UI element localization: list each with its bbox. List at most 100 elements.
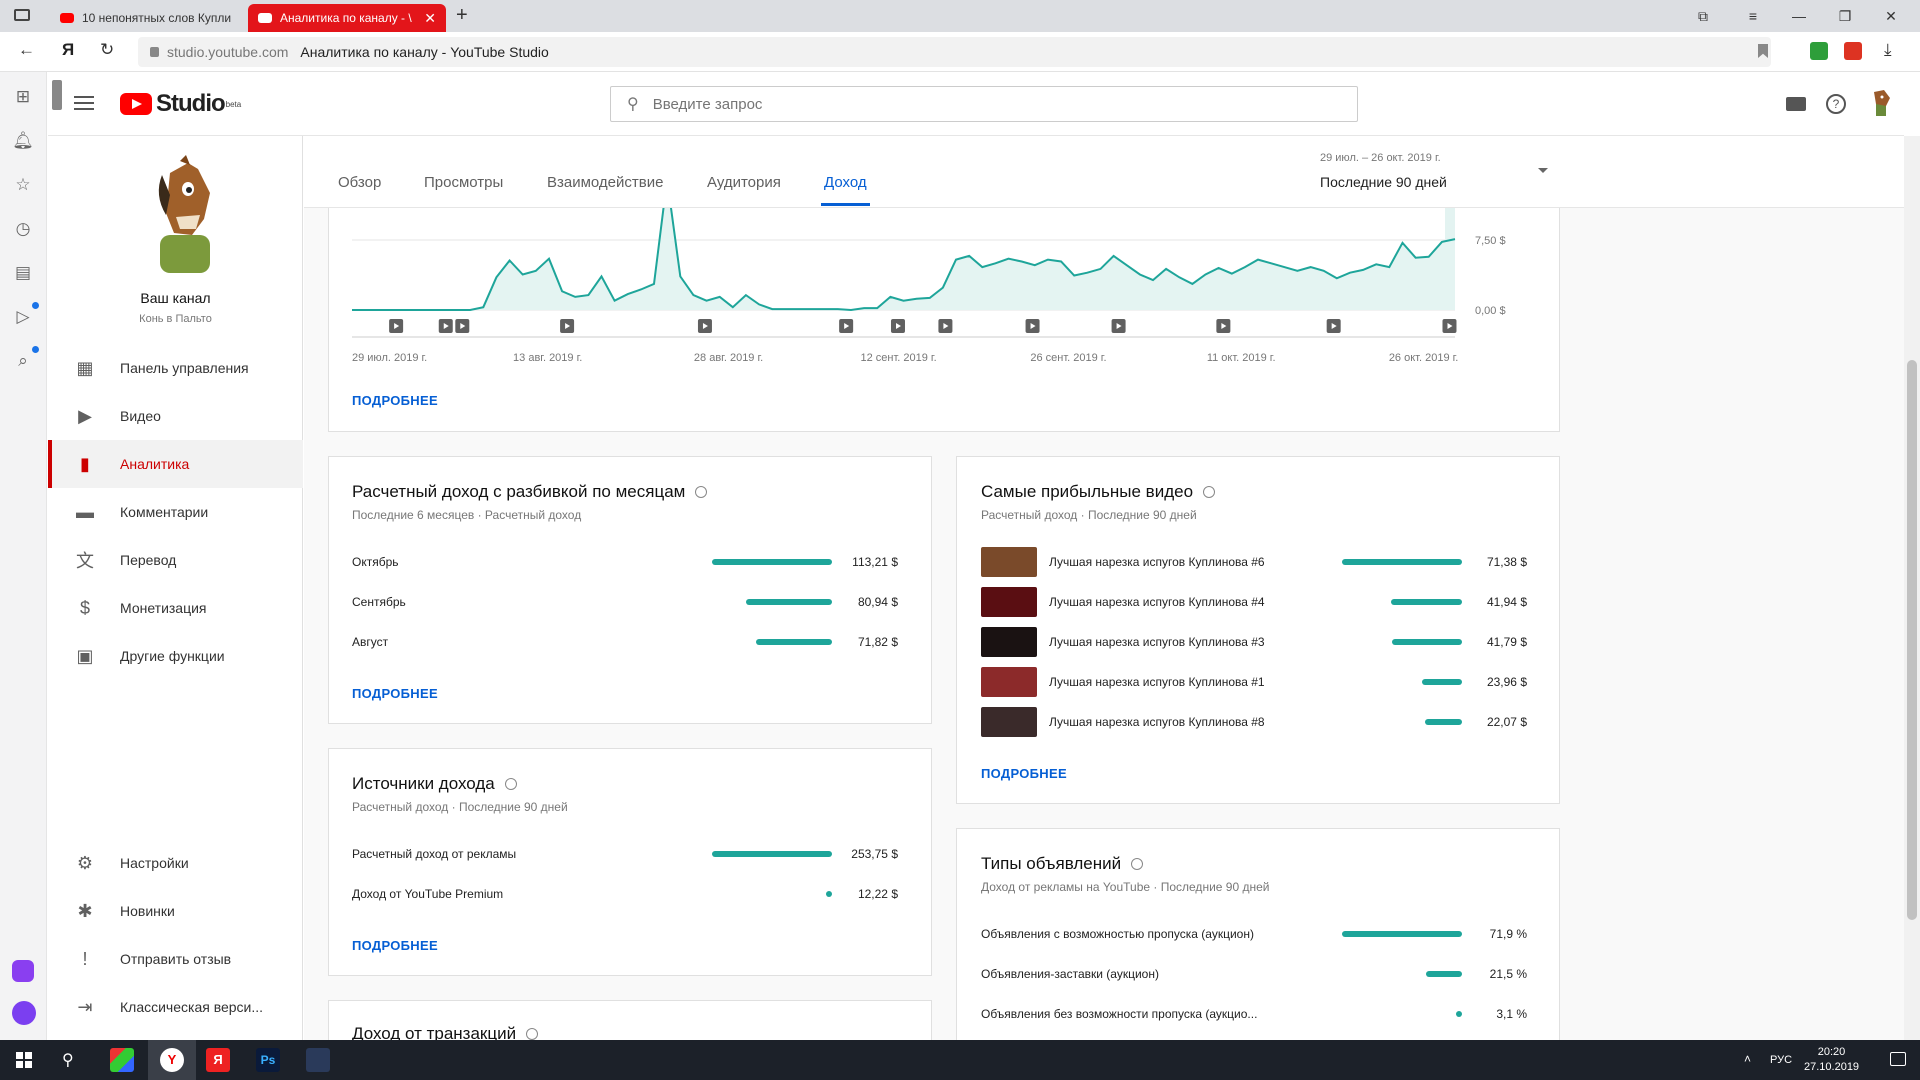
tab-audience[interactable]: Аудитория [707,174,781,191]
tab-views[interactable]: Просмотры [424,174,503,191]
card-title: Самые прибыльные видео [981,482,1216,502]
tab-revenue[interactable]: Доход [824,174,867,191]
x-tick-label: 28 авг. 2019 г. [694,352,763,364]
sidebar-item-exit[interactable]: ⇥ Классическая верси... [48,983,303,1031]
windows-start-icon[interactable] [16,1052,32,1068]
row-value: 22,07 $ [1486,715,1527,729]
menu-icon[interactable]: ≡ [1730,0,1776,32]
sidebar-item-comment[interactable]: ▬ Комментарии [48,488,303,536]
sidebar-item-video-library[interactable]: ▶ Видео [48,392,303,440]
sidebar-item-label: Классическая верси... [120,999,264,1015]
tab-underline [821,203,870,206]
collections-icon[interactable]: ▤ [12,262,34,284]
history-icon[interactable]: ◷ [12,218,34,240]
url-page-title: Аналитика по каналу - YouTube Studio [300,44,549,60]
sidebar-item-feedback[interactable]: ! Отправить отзыв [48,935,303,983]
sidebar-item-dollar[interactable]: $ Монетизация [48,584,303,632]
close-window-icon[interactable]: ✕ [1868,0,1914,32]
url-domain: studio.youtube.com [167,44,289,60]
search-history-icon[interactable]: ⌕ [12,350,34,372]
row-label: Октябрь [352,555,399,569]
sidebar-item-dashboard[interactable]: ▦ Панель управления [48,344,303,392]
help-icon[interactable]: ? [1826,94,1846,114]
reload-icon[interactable]: ↻ [100,40,114,60]
hamburger-menu-icon[interactable] [74,96,94,110]
alice-icon[interactable] [12,1001,36,1025]
close-tab-icon[interactable]: ✕ [424,10,436,27]
video-thumbnail[interactable] [981,627,1037,657]
terminal-app-icon[interactable] [306,1048,330,1072]
row-label: Август [352,635,389,649]
video-title[interactable]: Лучшая нарезка испугов Куплинова #6 [1049,555,1309,569]
messenger-icon[interactable] [12,960,34,982]
video-title[interactable]: Лучшая нарезка испугов Куплинова #4 [1049,595,1309,609]
video-title[interactable]: Лучшая нарезка испугов Куплинова #1 [1049,675,1309,689]
clock-icon [1131,857,1144,870]
logo-badge: beta [225,99,242,109]
row-value: 3,1 % [1496,1007,1527,1021]
video-title[interactable]: Лучшая нарезка испугов Куплинова #8 [1049,715,1309,729]
browser-tab-1[interactable]: 10 непонятных слов Купли [50,4,245,32]
channel-avatar[interactable] [140,155,230,275]
yandex-icon[interactable]: Я [62,40,74,60]
phone-icon [52,80,62,110]
notifications-icon[interactable]: 🔔︎ [12,130,34,152]
extension-icon[interactable] [1844,42,1862,60]
sidebar-item-analytics[interactable]: ▮ Аналитика [48,440,303,488]
tabs-menu-icon[interactable] [14,9,30,21]
yandex-app-icon[interactable]: Я [206,1048,230,1072]
new-tab-button[interactable]: + [456,4,468,27]
chevron-down-icon[interactable] [1538,168,1548,173]
yandex-browser-icon[interactable]: Y [160,1048,184,1072]
downloads-icon[interactable]: ⤓ [1884,40,1892,60]
video-thumbnail[interactable] [981,587,1037,617]
restore-icon[interactable]: ❐ [1822,0,1868,32]
back-icon[interactable]: ← [18,40,35,60]
youtube-studio-logo[interactable]: Studio beta [120,90,241,118]
keyboard-language[interactable]: РУС [1770,1054,1792,1066]
notification-center-icon[interactable] [1890,1052,1906,1066]
url-field[interactable]: studio.youtube.com Аналитика по каналу -… [138,37,1771,67]
tray-expand-icon[interactable]: ˄ [1744,1052,1751,1066]
search-icon[interactable]: ⚲ [62,1050,74,1070]
chart-more-link[interactable]: ПОДРОБНЕЕ [352,393,438,408]
row-label: Объявления-заставки (аукцион) [981,967,1159,981]
tab-engagement[interactable]: Взаимодействие [547,174,663,191]
x-tick-label: 26 окт. 2019 г. [1389,352,1459,364]
create-video-icon[interactable] [1786,97,1806,111]
taskbar-clock[interactable]: 20:20 27.10.2019 [1804,1045,1859,1075]
download-extension-icon[interactable] [1810,42,1828,60]
videos-more-link[interactable]: ПОДРОБНЕЕ [981,766,1067,781]
favorites-icon[interactable]: ☆ [12,174,34,196]
sidebar-item-label: Отправить отзыв [120,951,232,967]
apps-grid-icon[interactable]: ⊞ [12,86,34,108]
sidebar-item-translate[interactable]: 文 Перевод [48,536,303,584]
scrollbar-thumb[interactable] [1907,360,1917,920]
sidebar-item-label: Монетизация [120,600,207,616]
sources-more-link[interactable]: ПОДРОБНЕЕ [352,938,438,953]
minimize-icon[interactable]: — [1776,0,1822,32]
video-thumbnail[interactable] [981,667,1037,697]
row-value: 41,94 $ [1486,595,1527,609]
row-value: 12,22 $ [857,887,898,901]
sidebar-item-gear[interactable]: ⚙ Настройки [48,839,303,887]
bookmarks-icon[interactable]: ⧉ [1680,0,1726,32]
search-input[interactable] [652,95,1253,113]
sidebar-item-other-features[interactable]: ▣ Другие функции [48,632,303,680]
account-avatar[interactable] [1866,88,1894,118]
video-thumbnail[interactable] [981,547,1037,577]
photoshop-icon[interactable]: Ps [256,1048,280,1072]
tab-overview[interactable]: Обзор [338,174,381,191]
windows-taskbar [0,1040,1920,1080]
video-icon[interactable]: ▷ [12,306,34,328]
browser-tab-2[interactable]: Аналитика по каналу - \ ✕ [248,4,446,32]
video-title[interactable]: Лучшая нарезка испугов Куплинова #3 [1049,635,1309,649]
sidebar-item-news[interactable]: ✱ Новинки [48,887,303,935]
monthly-more-link[interactable]: ПОДРОБНЕЕ [352,686,438,701]
rubiks-app-icon[interactable] [110,1048,134,1072]
video-thumbnail[interactable] [981,707,1037,737]
search-box[interactable]: ⚲ [610,86,1358,122]
youtube-favicon-icon [258,13,272,23]
date-range-selector[interactable]: Последние 90 дней [1320,174,1447,190]
notification-dot-icon [32,346,39,353]
